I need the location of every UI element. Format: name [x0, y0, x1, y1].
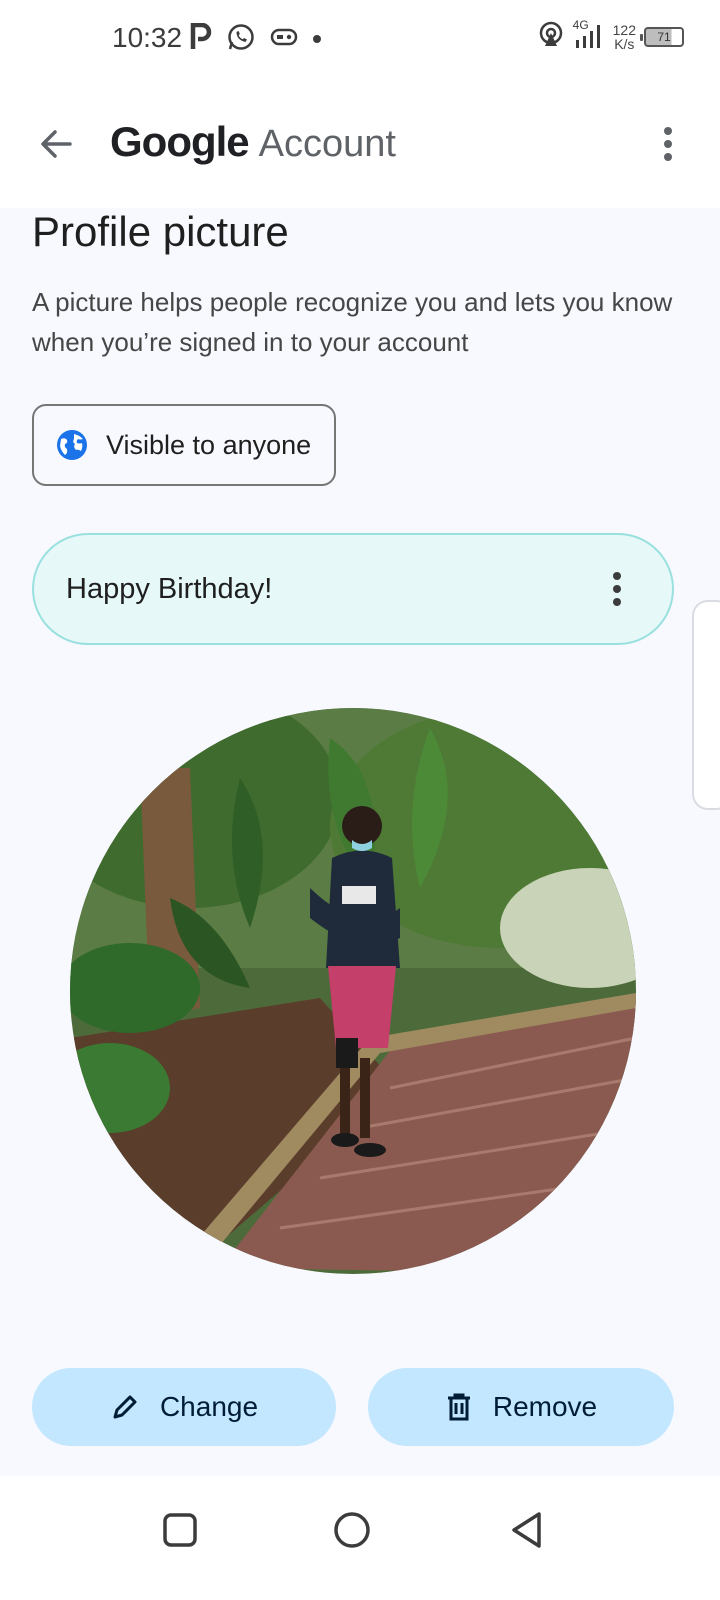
more-vert-icon: [613, 572, 621, 606]
banner-label: Happy Birthday!: [66, 572, 273, 605]
banner-more-button[interactable]: [602, 565, 632, 613]
signal-icon: 4G: [573, 18, 605, 52]
page-description: A picture helps people recognize you and…: [32, 287, 673, 357]
account-text: Account: [258, 123, 396, 165]
globe-icon: [57, 430, 87, 460]
profile-photo[interactable]: [70, 708, 636, 1274]
speed-unit: K/s: [614, 35, 635, 52]
google-logo-text: Google: [110, 118, 250, 165]
status-time: 10:32: [112, 22, 183, 53]
birthday-banner[interactable]: Happy Birthday!: [32, 533, 674, 645]
battery-icon: 71: [640, 26, 684, 47]
back-button[interactable]: [30, 118, 82, 170]
trash-icon: [447, 1393, 470, 1421]
system-icons: 4G 122 K/s 71: [537, 18, 684, 53]
whatsapp-icon: [226, 22, 256, 57]
status-bar: 10:32 4G 122 K/s 71: [0, 0, 720, 80]
more-options-button[interactable]: [646, 120, 690, 168]
back-nav-button[interactable]: [496, 1500, 556, 1560]
more-vert-icon: [664, 127, 672, 161]
home-button[interactable]: [322, 1500, 382, 1560]
system-nav-bar: [0, 1476, 720, 1600]
battery-level: 71: [657, 29, 671, 44]
network-speed: 122 K/s: [613, 23, 636, 51]
remove-button[interactable]: Remove: [368, 1368, 674, 1446]
recents-button[interactable]: [150, 1500, 210, 1560]
hotspot-icon: [537, 20, 565, 53]
notification-icons: [190, 22, 322, 57]
pencil-icon: [113, 1395, 137, 1419]
speed-value: 122: [612, 21, 636, 38]
side-panel-handle[interactable]: [692, 600, 720, 810]
change-label: Change: [159, 1391, 259, 1422]
app-title: Google Account: [110, 118, 396, 166]
circle-icon: [334, 1512, 370, 1548]
square-icon: [163, 1513, 197, 1547]
app-bar: Google Account: [0, 80, 720, 208]
visibility-button[interactable]: Visible to anyone: [32, 404, 336, 486]
remove-label: Remove: [492, 1391, 598, 1422]
game-controller-icon: [270, 26, 298, 53]
dot-icon: [312, 31, 322, 49]
parking-app-icon: [190, 22, 212, 56]
profile-photo-image: [70, 708, 636, 1274]
arrow-back-icon: [41, 130, 72, 158]
visibility-label: Visible to anyone: [106, 429, 312, 460]
change-button[interactable]: Change: [32, 1368, 336, 1446]
triangle-back-icon: [512, 1512, 541, 1548]
main-content[interactable]: Profile picture A picture helps people r…: [0, 208, 720, 1496]
page-title: Profile picture: [32, 208, 289, 255]
